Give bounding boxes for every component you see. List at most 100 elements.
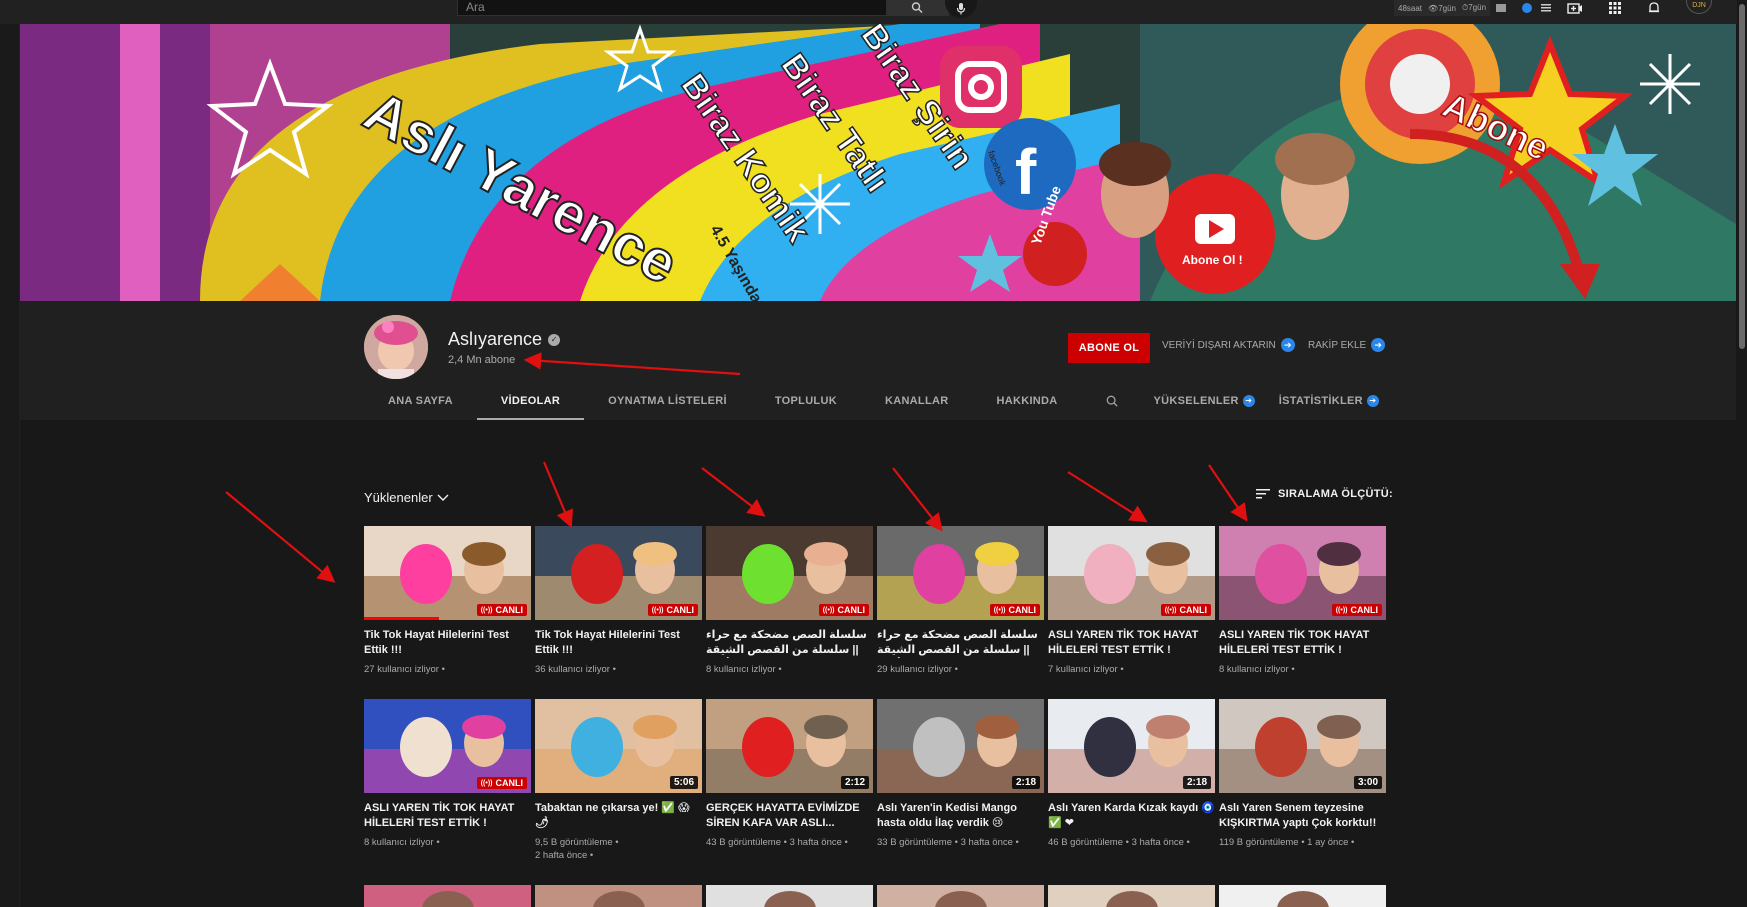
svg-text:f: f [1015, 136, 1037, 208]
video-card[interactable]: ((•)) CANLI ASLI YAREN TİK TOK HAYAT HİLEL… [364, 699, 531, 864]
video-thumbnail[interactable]: ((•)) CANLI [877, 526, 1044, 620]
video-card[interactable]: ((•)) CANLI Tik Tok Hayat Hilelerini Test … [364, 526, 531, 691]
video-thumbnail[interactable]: ((•)) CANLI [364, 526, 531, 620]
video-thumbnail[interactable]: ((•)) CANLI [1219, 526, 1386, 620]
video-meta: 36 kullanıcı izliyor • [535, 664, 616, 675]
youtube-channel-page: Ara 48saat 👁7gün ⏱7gün DJN f Aslı Yarenc… [0, 0, 1747, 907]
video-thumbnail[interactable] [877, 885, 1044, 907]
video-card[interactable]: 2:18 Aslı Yaren'in Kedisi Mango hasta old… [877, 699, 1044, 864]
banner-subscribe-text: Abone Ol ! [1182, 253, 1243, 267]
video-title[interactable]: ASLI YAREN TİK TOK HAYAT HİLELERİ TEST E… [364, 801, 531, 831]
arrow-icon: ➔ [1280, 338, 1295, 352]
channel-banner: f Aslı Yarence 4.5 Yaşında Biraz Komik B… [20, 24, 1736, 301]
video-thumbnail[interactable]: ((•)) CANLI [1048, 526, 1215, 620]
uploads-dropdown[interactable]: Yüklenenler [364, 490, 449, 505]
video-card[interactable]: ((•)) CANLI Tik Tok Hayat Hilelerini Test … [535, 526, 702, 691]
thumbnail-image [364, 885, 531, 907]
video-title[interactable]: Aslı Yaren Senem teyzesine KIŞKIRTMA yap… [1219, 801, 1386, 831]
channel-name[interactable]: Aslıyarence ✓ [448, 329, 561, 350]
stat-time: ⏱7gün [1461, 3, 1487, 12]
menu-icon[interactable] [1535, 0, 1557, 16]
videos-section: Yüklenenler SIRALAMA ÖLÇÜTÜ: ((•)) CANLI T… [20, 420, 1736, 907]
live-label: CANLI [1008, 605, 1037, 615]
export-data-label: VERİYİ DIŞARI AKTARIN [1162, 339, 1276, 351]
video-thumbnail[interactable]: ((•)) CANLI [706, 526, 873, 620]
tab-search[interactable] [1082, 381, 1142, 420]
sort-by-button[interactable]: SIRALAMA ÖLÇÜTÜ: [1256, 488, 1393, 500]
notifications-bell-icon[interactable] [1643, 0, 1665, 16]
video-card[interactable]: 3:00 Aslı Yaren Senem teyzesine KIŞKIRTMA… [1219, 699, 1386, 864]
video-card[interactable]: 2:18 Aslı Yaren Karda Kızak kaydı 🧿 ✅ ❤ 46… [1048, 699, 1215, 864]
live-label: CANLI [837, 605, 866, 615]
video-card[interactable]: ((•)) CANLI سلسلة الصص مضحكة مع حراء || سل… [877, 526, 1044, 691]
video-card[interactable]: ((•)) CANLI سلسلة الصص مضحكة مع حراء || سل… [706, 526, 873, 691]
add-competitor-button[interactable]: RAKİP EKLE ➔ [1308, 338, 1386, 352]
video-thumbnail[interactable] [535, 885, 702, 907]
video-thumbnail[interactable]: 2:12 [706, 699, 873, 793]
video-card[interactable]: 5:06 Tabaktan ne çıkarsa ye! ✅ 😱 🌶 9,5 B g… [535, 699, 702, 864]
video-thumbnail[interactable] [1219, 885, 1386, 907]
live-badge: ((•)) CANLI [1160, 604, 1211, 616]
live-label: CANLI [495, 605, 524, 615]
mic-button[interactable] [945, 0, 977, 18]
video-thumbnail[interactable] [706, 885, 873, 907]
video-thumbnail[interactable]: 2:18 [1048, 699, 1215, 793]
arrow-icon: ➔ [1371, 338, 1386, 352]
video-card[interactable]: 2:12 GERÇEK HAYATTA EVİMİZDE SİREN KAFA V… [706, 699, 873, 864]
tab-community[interactable]: TOPLULUK [751, 381, 861, 420]
video-title[interactable]: GERÇEK HAYATTA EVİMİZDE SİREN KAFA VAR A… [706, 801, 873, 831]
video-title[interactable]: Aslı Yaren Karda Kızak kaydı 🧿 ✅ ❤ [1048, 801, 1215, 831]
apps-grid-icon[interactable] [1604, 0, 1626, 16]
user-avatar[interactable]: DJN [1686, 0, 1712, 14]
tab-home[interactable]: ANA SAYFA [364, 381, 477, 420]
live-badge: ((•)) CANLI [476, 777, 527, 789]
thumbnail-image [706, 885, 873, 907]
tab-statistics[interactable]: İSTATİSTİKLER ➔ [1267, 381, 1391, 420]
video-card[interactable]: ((•)) CANLI ASLI YAREN TİK TOK HAYAT HİLEL… [1048, 526, 1215, 691]
thumbnail-image [1219, 885, 1386, 907]
tab-about[interactable]: HAKKINDA [972, 381, 1081, 420]
ext-icon-1[interactable] [1490, 0, 1512, 16]
video-title[interactable]: ASLI YAREN TİK TOK HAYAT HİLELERİ TEST E… [1048, 628, 1215, 658]
video-grid: ((•)) CANLI Tik Tok Hayat Hilelerini Test … [364, 526, 1386, 864]
video-title[interactable]: Tik Tok Hayat Hilelerini Test Ettik !!! [364, 628, 531, 658]
video-title[interactable]: Tik Tok Hayat Hilelerini Test Ettik !!! [535, 628, 702, 658]
video-meta: 29 kullanıcı izliyor • [877, 664, 958, 675]
video-meta: 8 kullanıcı izliyor • [1219, 664, 1295, 675]
video-thumbnail[interactable]: 3:00 [1219, 699, 1386, 793]
duration-badge: 2:18 [1182, 776, 1211, 789]
video-thumbnail[interactable]: 5:06 [535, 699, 702, 793]
export-data-button[interactable]: VERİYİ DIŞARI AKTARIN ➔ [1162, 338, 1295, 352]
video-thumbnail[interactable] [1048, 885, 1215, 907]
video-thumbnail[interactable]: ((•)) CANLI [535, 526, 702, 620]
scrollbar-thumb[interactable] [1739, 4, 1745, 349]
page-scrollbar[interactable] [1737, 0, 1747, 907]
video-title[interactable]: Aslı Yaren'in Kedisi Mango hasta oldu İl… [877, 801, 1044, 831]
live-label: CANLI [495, 778, 524, 788]
tab-videos[interactable]: VİDEOLAR [476, 381, 585, 420]
live-icon: ((•)) [651, 606, 664, 614]
search-button[interactable] [887, 0, 949, 16]
left-edge [0, 0, 20, 907]
arrow-icon: ➔ [1242, 394, 1255, 407]
live-badge: ((•)) CANLI [1331, 604, 1382, 616]
subscribe-button[interactable]: ABONE OL [1068, 333, 1150, 363]
live-icon: ((•)) [1335, 606, 1348, 614]
video-thumbnail[interactable] [364, 885, 531, 907]
video-title[interactable]: سلسلة الصص مضحكة مع حراء || سلسلة من الق… [706, 628, 873, 658]
video-thumbnail[interactable]: 2:18 [877, 699, 1044, 793]
tab-trending[interactable]: YÜKSELENLER ➔ [1142, 381, 1267, 420]
search-icon [911, 1, 923, 13]
create-video-icon[interactable] [1564, 0, 1586, 16]
video-title[interactable]: سلسلة الصص مضحكة مع حراء || سلسلة من الق… [877, 628, 1044, 658]
video-title[interactable]: Tabaktan ne çıkarsa ye! ✅ 😱 🌶 [535, 801, 702, 831]
video-title[interactable]: ASLI YAREN TİK TOK HAYAT HİLELERİ TEST E… [1219, 628, 1386, 658]
tab-playlists[interactable]: OYNATMA LİSTELERİ [584, 381, 751, 420]
tab-channels[interactable]: KANALLAR [861, 381, 973, 420]
video-card[interactable]: ((•)) CANLI ASLI YAREN TİK TOK HAYAT HİLEL… [1219, 526, 1386, 691]
search-input[interactable]: Ara [457, 0, 887, 16]
channel-avatar[interactable] [364, 315, 428, 379]
top-bar: Ara 48saat 👁7gün ⏱7gün DJN [0, 0, 1747, 24]
video-thumbnail[interactable]: ((•)) CANLI [364, 699, 531, 793]
tab-statistics-label: İSTATİSTİKLER [1278, 394, 1363, 407]
